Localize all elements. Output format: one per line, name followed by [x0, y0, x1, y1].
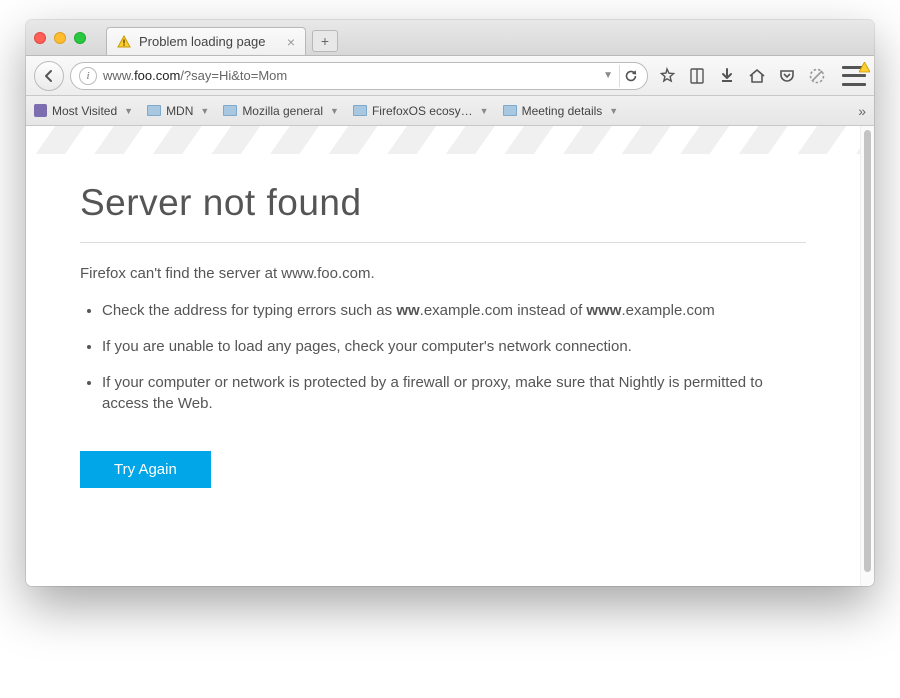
nav-toolbar: i www.foo.com/?say=Hi&to=Mom ▼: [26, 56, 874, 96]
browser-tab[interactable]: Problem loading page ×: [106, 27, 306, 55]
bookmarks-toolbar: Most Visited ▼ MDN ▼ Mozilla general ▼ F…: [26, 96, 874, 126]
reload-button[interactable]: [619, 65, 641, 87]
chevron-down-icon: ▼: [609, 106, 618, 116]
error-title: Server not found: [80, 182, 806, 224]
error-lead-suffix: .: [371, 265, 375, 282]
hamburger-menu-button[interactable]: [842, 66, 866, 86]
error-lead: Firefox can't find the server at www.foo…: [80, 265, 806, 282]
window-controls: [34, 20, 106, 55]
warning-badge-icon: [859, 62, 870, 73]
back-button[interactable]: [34, 61, 64, 91]
folder-icon: [223, 105, 237, 116]
bookmark-folder[interactable]: MDN ▼: [147, 104, 209, 118]
url-text: www.foo.com/?say=Hi&to=Mom: [103, 68, 603, 83]
try-again-button[interactable]: Try Again: [80, 451, 211, 488]
home-icon[interactable]: [748, 67, 766, 85]
vertical-scrollbar[interactable]: [860, 126, 874, 586]
text-bold: ww: [396, 302, 419, 319]
maximize-window-button[interactable]: [74, 32, 86, 44]
error-lead-host: www.foo.com: [281, 265, 370, 282]
chevron-down-icon: ▼: [480, 106, 489, 116]
text-bold: www: [586, 302, 621, 319]
titlebar: Problem loading page × +: [26, 20, 874, 56]
url-bar[interactable]: i www.foo.com/?say=Hi&to=Mom ▼: [70, 62, 648, 90]
chevron-down-icon: ▼: [124, 106, 133, 116]
folder-icon: [503, 105, 517, 116]
identity-icon[interactable]: i: [79, 67, 97, 85]
bookmark-folder[interactable]: FirefoxOS ecosy… ▼: [353, 104, 489, 118]
browser-window: Problem loading page × + i www.foo.com/?…: [26, 20, 874, 586]
downloads-icon[interactable]: [718, 67, 736, 85]
page-content: Server not found Firefox can't find the …: [26, 126, 860, 586]
url-prefix: www.: [103, 68, 134, 83]
bookmark-label: FirefoxOS ecosy…: [372, 104, 473, 118]
pocket-icon[interactable]: [778, 67, 796, 85]
bookmark-folder[interactable]: Meeting details ▼: [503, 104, 619, 118]
text: .example.com: [621, 302, 714, 319]
most-visited-icon: [34, 104, 47, 117]
toolbar-icons: [654, 67, 830, 85]
bookmark-folder[interactable]: Mozilla general ▼: [223, 104, 339, 118]
chevron-down-icon: ▼: [330, 106, 339, 116]
new-tab-button[interactable]: +: [312, 30, 338, 52]
error-page: Server not found Firefox can't find the …: [26, 154, 860, 518]
bookmark-label: Meeting details: [522, 104, 603, 118]
bookmark-label: Mozilla general: [242, 104, 323, 118]
close-window-button[interactable]: [34, 32, 46, 44]
close-tab-button[interactable]: ×: [287, 35, 295, 49]
warning-icon: [117, 35, 131, 49]
reading-list-icon[interactable]: [688, 67, 706, 85]
error-lead-text: Firefox can't find the server at: [80, 265, 281, 282]
error-suggestion: Check the address for typing errors such…: [102, 300, 806, 322]
url-host: foo.com: [134, 68, 180, 83]
error-suggestions: Check the address for typing errors such…: [80, 300, 806, 415]
url-path: /?say=Hi&to=Mom: [180, 68, 287, 83]
bookmarks-overflow-button[interactable]: »: [858, 103, 866, 119]
text: Check the address for typing errors such…: [102, 302, 396, 319]
bookmark-label: MDN: [166, 104, 193, 118]
folder-icon: [353, 105, 367, 116]
content-area: Server not found Firefox can't find the …: [26, 126, 874, 586]
bookmark-most-visited[interactable]: Most Visited ▼: [34, 104, 133, 118]
shield-icon[interactable]: [808, 67, 826, 85]
tab-title: Problem loading page: [139, 34, 265, 49]
text: .example.com instead of: [420, 302, 587, 319]
url-dropdown-icon[interactable]: ▼: [603, 70, 613, 81]
error-stripe: [26, 126, 860, 154]
scrollbar-thumb[interactable]: [864, 130, 871, 572]
bookmark-label: Most Visited: [52, 104, 117, 118]
chevron-down-icon: ▼: [200, 106, 209, 116]
bookmark-star-icon[interactable]: [658, 67, 676, 85]
error-suggestion: If you are unable to load any pages, che…: [102, 336, 806, 358]
divider: [80, 242, 806, 243]
minimize-window-button[interactable]: [54, 32, 66, 44]
folder-icon: [147, 105, 161, 116]
error-suggestion: If your computer or network is protected…: [102, 372, 806, 416]
